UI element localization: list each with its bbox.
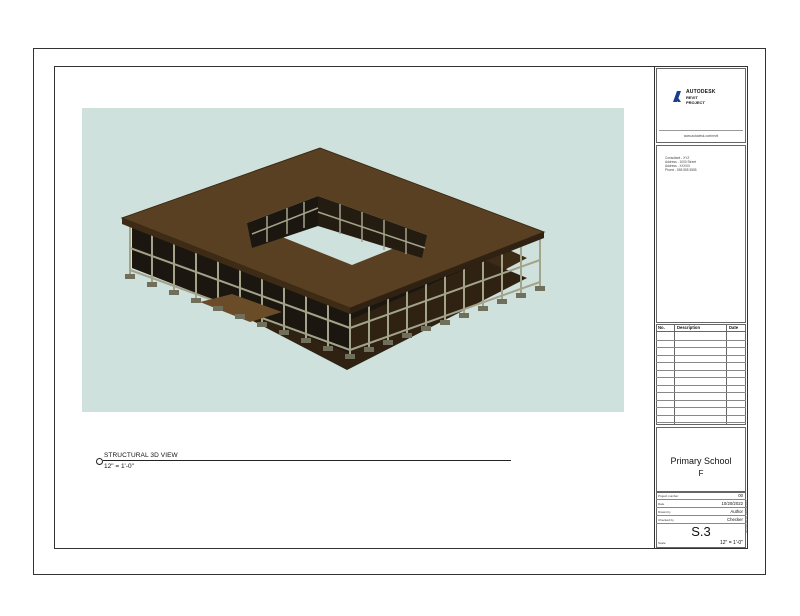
info-value-project-number: 00 [738,493,743,498]
logo-rule [659,130,743,131]
structural-3d-viewport[interactable] [82,108,624,412]
revisions-row [656,369,746,371]
revisions-col-date: Date [729,325,739,330]
print-date-stamp: 10/20/2022 10:00:00 PM [745,500,749,533]
revisions-row [656,354,746,356]
scale-value: 12" = 1'-0" [720,540,743,546]
revisions-row [656,422,746,423]
sheet-number: S.3 [691,524,711,539]
info-value-date: 10/20/2022 [721,501,743,506]
info-value-drawn-by: Author [730,509,743,514]
project-subtitle: F [698,469,704,478]
revisions-row [656,362,746,363]
view-title-line [103,460,511,461]
revisions-row [656,384,746,386]
revisions-row [656,392,746,393]
revisions-row [656,414,746,416]
info-value-checked-by: Checker [726,517,743,522]
view-scale: 12" = 1'-0" [104,463,134,470]
info-label-date: Date [658,502,665,506]
logo-url: www.autodesk.com/revit [683,134,719,138]
info-label-project-number: Project number [658,494,679,498]
view-title: STRUCTURAL 3D VIEW [104,452,178,459]
revisions-col-no: No. [658,325,665,330]
revisions-row [656,347,746,348]
revisions-row [656,407,746,408]
revisions-row [656,377,746,378]
titleblock-divider [654,66,655,549]
titleblock-logo-panel [656,68,746,143]
view-title-marker [96,458,103,465]
revisions-row [656,339,746,341]
revisions-row [656,399,746,401]
project-name: Primary School [670,456,732,466]
consultant-line: Phone - 555 555 5555 [665,168,697,172]
logo-line3: PROJECT [686,100,705,105]
revisions-col-description: Description [677,325,701,330]
info-label-checked-by: Checked by [658,518,674,522]
autodesk-logo-icon [673,91,681,102]
info-label-drawn-by: Drawn by [658,510,671,514]
scale-label: Scale [658,541,666,545]
building-model [120,147,546,370]
